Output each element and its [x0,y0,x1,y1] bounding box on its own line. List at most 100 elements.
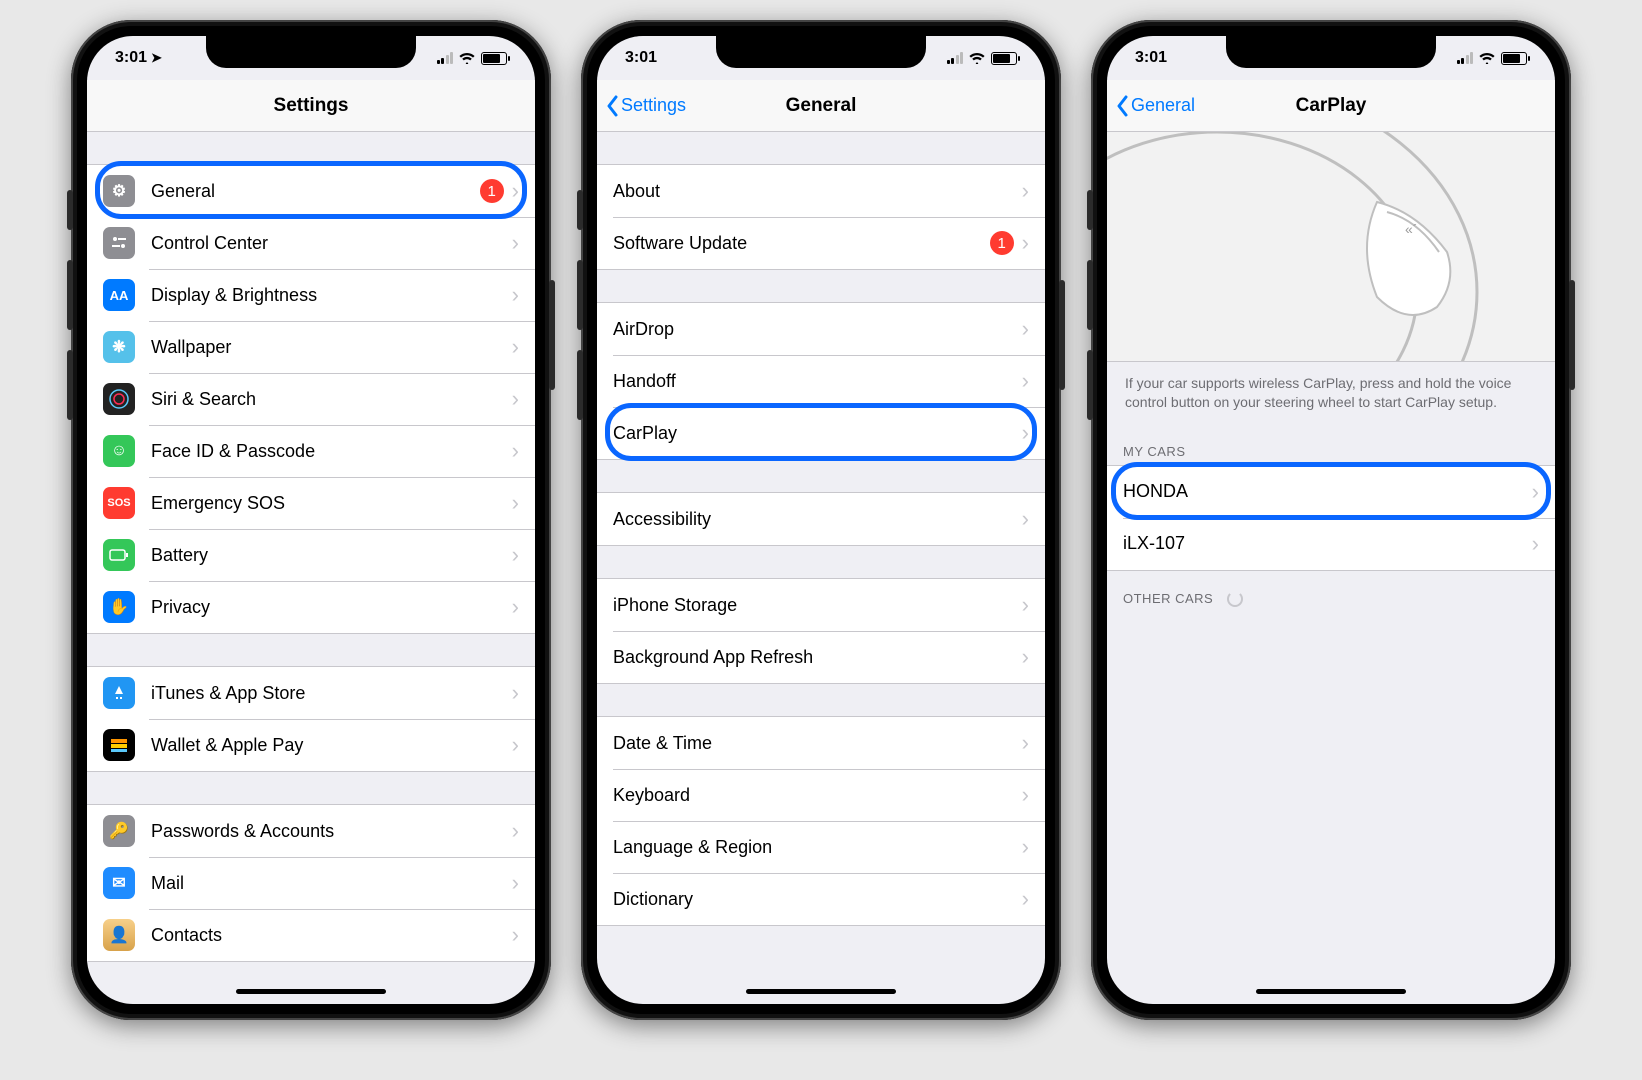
general-row-handoff[interactable]: Handoff › [597,355,1045,407]
privacy-icon: ✋ [103,591,135,623]
side-button [549,280,555,390]
general-row-storage[interactable]: iPhone Storage › [597,579,1045,631]
screen: 3:01 Settings General About › [597,36,1045,1004]
chevron-right-icon: › [512,178,519,204]
battery-icon [1501,52,1527,65]
settings-row-privacy[interactable]: ✋ Privacy › [87,581,535,633]
row-label: Software Update [613,233,990,254]
volume-up-button [577,260,583,330]
settings-row-faceid[interactable]: ☺ Face ID & Passcode › [87,425,535,477]
general-row-accessibility[interactable]: Accessibility › [597,493,1045,545]
sos-icon: SOS [103,487,135,519]
settings-row-control-center[interactable]: Control Center › [87,217,535,269]
settings-row-itunes[interactable]: iTunes & App Store › [87,667,535,719]
chevron-right-icon: › [1022,782,1029,808]
battery-icon [481,52,507,65]
back-button[interactable]: Settings [605,95,686,117]
cellular-signal-icon [947,52,964,64]
chevron-right-icon: › [1022,178,1029,204]
settings-row-passwords[interactable]: 🔑 Passwords & Accounts › [87,805,535,857]
general-row-software-update[interactable]: Software Update 1 › [597,217,1045,269]
notch [1226,36,1436,68]
key-icon: 🔑 [103,815,135,847]
row-label: Dictionary [613,889,1022,910]
general-row-airdrop[interactable]: AirDrop › [597,303,1045,355]
general-list[interactable]: About › Software Update 1 › AirDrop › Ha… [597,132,1045,1004]
settings-row-contacts[interactable]: 👤 Contacts › [87,909,535,961]
iphone-mockup: 3:01 General CarPlay «´ [1091,20,1571,1020]
settings-row-mail[interactable]: ✉ Mail › [87,857,535,909]
chevron-right-icon: › [1532,531,1539,557]
row-label: AirDrop [613,319,1022,340]
chevron-right-icon: › [1022,730,1029,756]
gear-icon: ⚙ [103,175,135,207]
row-label: About [613,181,1022,202]
chevron-right-icon: › [512,438,519,464]
volume-up-button [1087,260,1093,330]
mail-icon: ✉ [103,867,135,899]
general-row-date-time[interactable]: Date & Time › [597,717,1045,769]
chevron-right-icon: › [512,680,519,706]
car-row-ilx107[interactable]: iLX-107 › [1107,518,1555,570]
chevron-right-icon: › [1022,506,1029,532]
row-label: Control Center [151,233,512,254]
settings-row-display[interactable]: AA Display & Brightness › [87,269,535,321]
screen: 3:01 ➤ Settings ⚙ General 1 › [87,36,535,1004]
row-label: Contacts [151,925,512,946]
status-time: 3:01 [625,49,657,67]
chevron-right-icon: › [512,870,519,896]
nav-bar: Settings General [597,80,1045,132]
battery-icon [103,539,135,571]
general-row-keyboard[interactable]: Keyboard › [597,769,1045,821]
settings-row-wallet[interactable]: Wallet & Apple Pay › [87,719,535,771]
car-row-honda[interactable]: HONDA › [1107,466,1555,518]
settings-row-general[interactable]: ⚙ General 1 › [87,165,535,217]
row-label: Wallet & Apple Pay [151,735,512,756]
carplay-content[interactable]: «´ If your car supports wireless CarPlay… [1107,132,1555,1004]
nav-title: General [786,95,857,117]
notification-badge: 1 [480,179,504,203]
settings-row-sos[interactable]: SOS Emergency SOS › [87,477,535,529]
wifi-icon [459,52,475,64]
section-header-other-cars: OTHER CARS [1107,571,1555,614]
chevron-right-icon: › [512,490,519,516]
chevron-right-icon: › [1022,368,1029,394]
settings-list[interactable]: ⚙ General 1 › Control Center › AA Displa… [87,132,535,1004]
general-row-background-refresh[interactable]: Background App Refresh › [597,631,1045,683]
row-label: Display & Brightness [151,285,512,306]
section-header-label: OTHER CARS [1123,591,1213,606]
chevron-right-icon: › [512,282,519,308]
row-label: Siri & Search [151,389,512,410]
mute-switch [1087,190,1093,230]
app-store-icon [103,677,135,709]
row-label: iTunes & App Store [151,683,512,704]
chevron-right-icon: › [512,542,519,568]
home-indicator[interactable] [1256,989,1406,994]
general-row-dictionary[interactable]: Dictionary › [597,873,1045,925]
row-label: Battery [151,545,512,566]
settings-row-battery[interactable]: Battery › [87,529,535,581]
faceid-icon: ☺ [103,435,135,467]
screen: 3:01 General CarPlay «´ [1107,36,1555,1004]
settings-row-siri[interactable]: Siri & Search › [87,373,535,425]
cellular-signal-icon [1457,52,1474,64]
siri-icon [103,383,135,415]
row-label: CarPlay [613,423,1022,444]
row-label: Accessibility [613,509,1022,530]
notch [716,36,926,68]
general-row-about[interactable]: About › [597,165,1045,217]
row-label: Emergency SOS [151,493,512,514]
chevron-right-icon: › [512,386,519,412]
general-row-carplay[interactable]: CarPlay › [597,407,1045,459]
general-row-language[interactable]: Language & Region › [597,821,1045,873]
home-indicator[interactable] [746,989,896,994]
home-indicator[interactable] [236,989,386,994]
row-label: HONDA [1123,481,1532,502]
iphone-mockup: 3:01 Settings General About › [581,20,1061,1020]
row-label: Keyboard [613,785,1022,806]
nav-title: CarPlay [1296,95,1367,117]
chevron-right-icon: › [1022,230,1029,256]
back-button[interactable]: General [1115,95,1195,117]
settings-row-wallpaper[interactable]: ❋ Wallpaper › [87,321,535,373]
volume-up-button [67,260,73,330]
